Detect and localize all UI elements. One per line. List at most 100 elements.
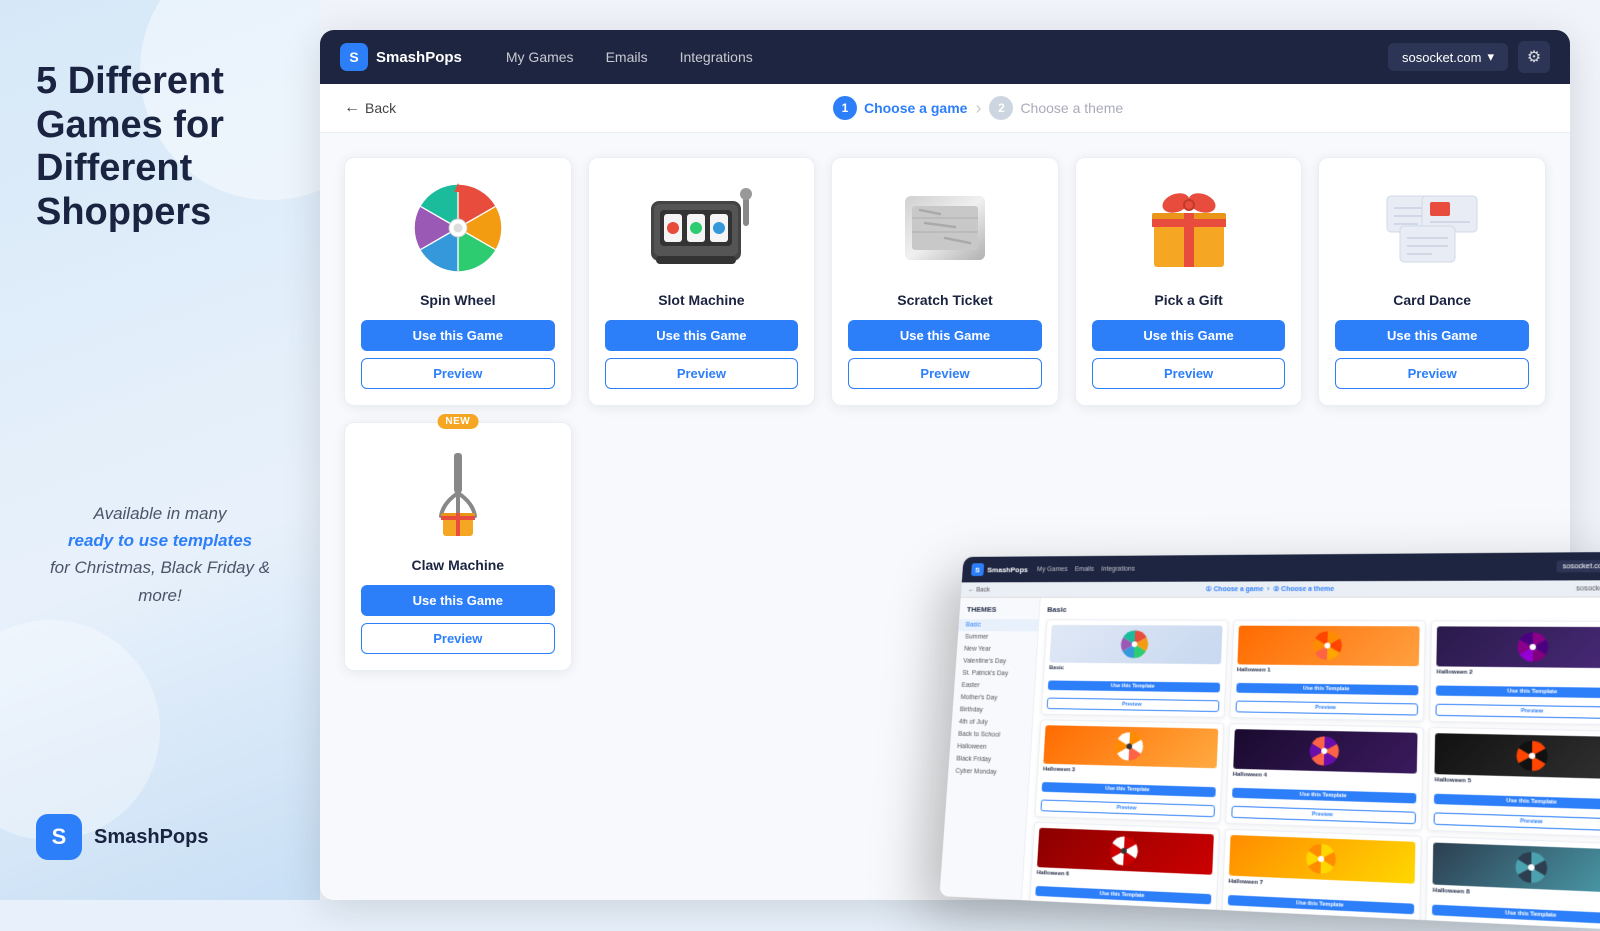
claw-machine-use-button[interactable]: Use this Game — [361, 585, 555, 616]
mini-sidebar-cybermonday[interactable]: Cyber Monday — [948, 765, 1029, 780]
headline: 5 Different Games for Different Shoppers — [36, 60, 284, 235]
spin-wheel-use-button[interactable]: Use this Game — [361, 320, 555, 351]
card-dance-use-button[interactable]: Use this Game — [1335, 320, 1529, 351]
mini-card-img-halloween6 — [1037, 828, 1214, 875]
pick-a-gift-name: Pick a Gift — [1154, 292, 1222, 308]
claw-machine-preview-button[interactable]: Preview — [361, 623, 555, 654]
right-panel: S SmashPops My Games Emails Integrations… — [320, 0, 1600, 900]
pick-a-gift-icon — [1144, 183, 1234, 273]
mini-sidebar-summer[interactable]: Summer — [957, 631, 1037, 644]
chevron-down-icon: ▾ — [1487, 49, 1494, 65]
mini-card-halloween3: Halloween 3 Use this Template Preview — [1034, 719, 1224, 823]
claw-machine-name: Claw Machine — [412, 557, 505, 573]
mini-preview-basic[interactable]: Preview — [1047, 698, 1219, 712]
scratch-ticket-name: Scratch Ticket — [897, 292, 992, 308]
settings-gear-icon[interactable]: ⚙ — [1518, 41, 1550, 73]
mini-preview-halloween8[interactable]: Preview — [1432, 924, 1600, 931]
mini-sidebar-new-year[interactable]: New Year — [957, 643, 1037, 656]
mini-card-halloween6: Halloween 6 Use this Template Preview — [1028, 822, 1220, 931]
mini-app: S SmashPops My Games Emails Integrations… — [939, 552, 1600, 931]
mini-section-basic: Basic — [1047, 605, 1600, 615]
mini-preview-halloween5[interactable]: Preview — [1434, 812, 1600, 831]
mini-preview-halloween7[interactable]: Preview — [1227, 913, 1415, 931]
scratch-ticket-preview-button[interactable]: Preview — [848, 358, 1042, 389]
mini-card-img-halloween2 — [1437, 626, 1600, 668]
mini-card-halloween2: Halloween 2 Use this Template Preview — [1429, 620, 1600, 725]
mini-use-halloween2[interactable]: Use this Template — [1436, 686, 1600, 699]
navbar-right: sosocket.com ▾ ⚙ — [1388, 41, 1550, 73]
game-card-scratch-ticket: Scratch Ticket Use this Game Preview — [831, 157, 1059, 406]
slot-machine-use-button[interactable]: Use this Game — [605, 320, 799, 351]
spin-wheel-icon — [413, 183, 503, 273]
step-2-label: Choose a theme — [1020, 100, 1123, 116]
card-dance-icon — [1382, 188, 1482, 268]
game-card-spin-wheel: Spin Wheel Use this Game Preview — [344, 157, 572, 406]
left-panel: 5 Different Games for Different Shoppers… — [0, 0, 320, 900]
navbar-brand-name: SmashPops — [376, 49, 462, 66]
pick-a-gift-preview-button[interactable]: Preview — [1092, 358, 1286, 389]
navbar-nav: My Games Emails Integrations — [492, 43, 1388, 71]
mini-use-halloween7[interactable]: Use this Template — [1227, 895, 1414, 914]
scratch-ticket-icon — [900, 188, 990, 268]
mini-preview-halloween4[interactable]: Preview — [1231, 806, 1416, 824]
mini-use-halloween5[interactable]: Use this Template — [1434, 794, 1600, 811]
back-arrow-icon: ← — [344, 99, 360, 117]
scratch-ticket-icon-area — [885, 178, 1005, 278]
game-card-pick-a-gift: Pick a Gift Use this Game Preview — [1075, 157, 1303, 406]
mini-brand-name: SmashPops — [987, 565, 1028, 573]
game-card-card-dance: Card Dance Use this Game Preview — [1318, 157, 1546, 406]
mini-sidebar-stpatrick[interactable]: St. Patrick's Day — [955, 667, 1036, 680]
mini-card-halloween8: Halloween 8 Use this Template Preview — [1425, 836, 1600, 931]
mini-sidebar-valentines[interactable]: Valentine's Day — [956, 655, 1036, 668]
mini-card-img-halloween5 — [1435, 733, 1600, 779]
slot-machine-icon — [646, 186, 756, 266]
mini-preview-halloween2[interactable]: Preview — [1436, 704, 1600, 720]
mini-card-img-halloween3 — [1043, 725, 1218, 768]
card-dance-name: Card Dance — [1393, 292, 1471, 308]
nav-emails[interactable]: Emails — [592, 43, 662, 71]
mini-main: Basic Basic Use this Template Preview — [1022, 597, 1600, 931]
navbar-logo-icon: S — [340, 43, 368, 71]
mini-use-halloween8[interactable]: Use this Template — [1432, 905, 1600, 925]
mini-card-basic: Basic Use this Template Preview — [1041, 619, 1228, 718]
spin-wheel-preview-button[interactable]: Preview — [361, 358, 555, 389]
mini-card-img-basic — [1049, 625, 1222, 664]
mini-use-basic[interactable]: Use this Template — [1048, 680, 1220, 692]
brand-logo-icon: S — [36, 814, 82, 860]
new-badge: NEW — [437, 414, 478, 429]
game-card-slot-machine: Slot Machine Use this Game Preview — [588, 157, 816, 406]
mini-use-halloween3[interactable]: Use this Template — [1042, 782, 1216, 797]
claw-machine-icon-area — [398, 443, 518, 543]
back-button[interactable]: ← Back — [344, 99, 396, 117]
nav-my-games[interactable]: My Games — [492, 43, 588, 71]
scratch-ticket-use-button[interactable]: Use this Game — [848, 320, 1042, 351]
slot-machine-name: Slot Machine — [658, 292, 744, 308]
themes-screenshot: S SmashPops My Games Emails Integrations… — [939, 552, 1600, 931]
slot-machine-preview-button[interactable]: Preview — [605, 358, 799, 389]
pick-a-gift-icon-area — [1129, 178, 1249, 278]
spin-wheel-icon-area — [398, 178, 518, 278]
pick-a-gift-use-button[interactable]: Use this Game — [1092, 320, 1286, 351]
mini-use-halloween1[interactable]: Use this Template — [1236, 683, 1419, 695]
mini-preview-halloween1[interactable]: Preview — [1235, 701, 1418, 716]
mini-card-halloween7: Halloween 7 Use this Template Preview — [1220, 829, 1422, 931]
step-1: 1 Choose a game — [833, 96, 967, 120]
highlight-link[interactable]: ready to use templates — [68, 531, 252, 550]
nav-integrations[interactable]: Integrations — [666, 43, 767, 71]
card-dance-preview-button[interactable]: Preview — [1335, 358, 1529, 389]
mini-preview-halloween3[interactable]: Preview — [1040, 800, 1214, 818]
mini-card-img-halloween7 — [1229, 835, 1416, 884]
mini-card-halloween4: Halloween 4 Use this Template Preview — [1225, 723, 1424, 831]
navbar-brand: S SmashPops — [340, 43, 462, 71]
step-2-num: 2 — [989, 96, 1013, 120]
mini-preview-halloween6[interactable]: Preview — [1034, 904, 1210, 925]
claw-machine-wrap: NEW — [344, 422, 572, 671]
mini-use-halloween4[interactable]: Use this Template — [1232, 788, 1417, 804]
available-suffix: for Christmas, Black Friday & more! — [50, 558, 270, 604]
mini-sidebar-basic[interactable]: Basic — [958, 619, 1038, 631]
mini-card-halloween5: Halloween 5 Use this Template Preview — [1428, 727, 1600, 838]
mini-use-halloween6[interactable]: Use this Template — [1035, 886, 1211, 904]
account-dropdown[interactable]: sosocket.com ▾ — [1388, 43, 1508, 71]
mini-nav-items: My Games Emails Integrations — [1037, 565, 1135, 572]
slot-machine-icon-area — [641, 178, 761, 278]
